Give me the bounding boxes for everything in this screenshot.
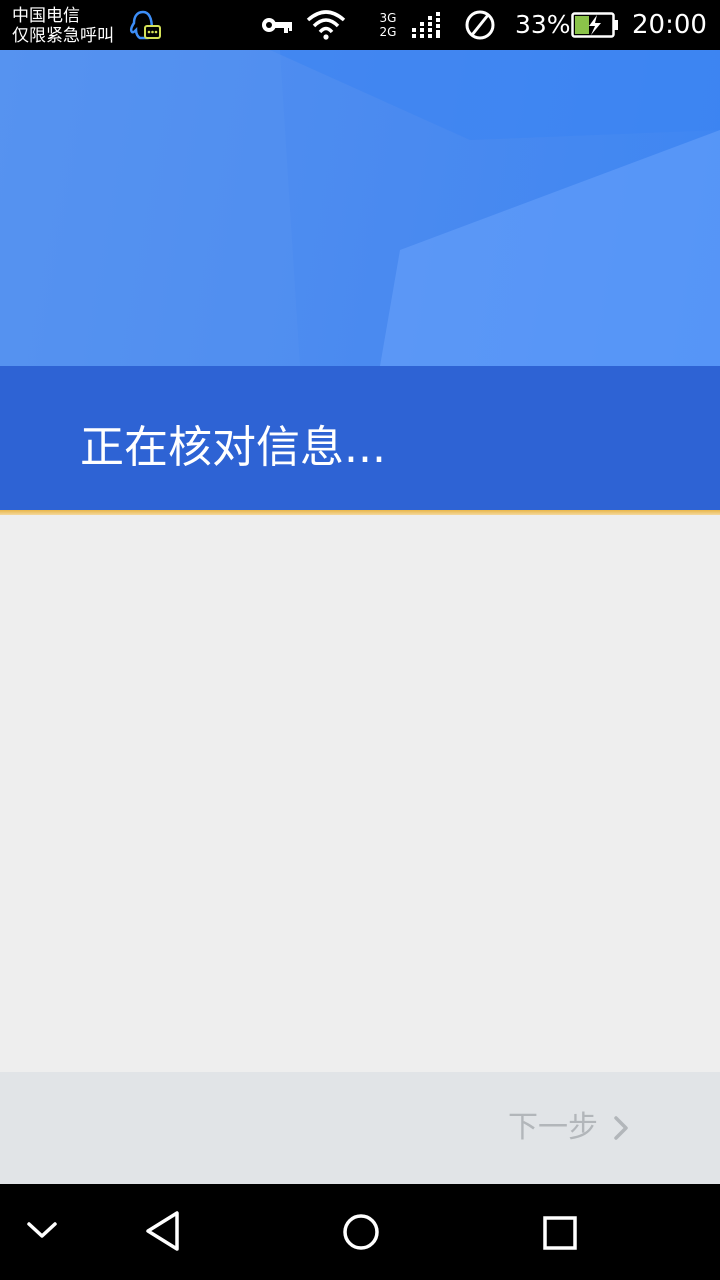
back-icon[interactable]: [143, 1210, 183, 1252]
header-banner: [0, 50, 720, 366]
network-type-2g: 2G: [379, 25, 397, 39]
collapse-icon[interactable]: [24, 1218, 60, 1242]
chevron-right-icon: [614, 1116, 628, 1140]
screen: 中国电信 仅限紧急呼叫 3G 2G 33% 20:00 正在核对信息... 下一…: [0, 0, 720, 1280]
home-icon[interactable]: [341, 1212, 381, 1252]
network-type-3g: 3G: [379, 11, 397, 25]
no-sim-icon: [465, 10, 495, 40]
status-bar: 中国电信 仅限紧急呼叫 3G 2G 33% 20:00: [0, 0, 720, 50]
carrier-name: 中国电信: [12, 6, 80, 26]
recents-icon[interactable]: [541, 1214, 579, 1252]
carrier-status: 仅限紧急呼叫: [12, 26, 114, 46]
content-area: [0, 515, 720, 1072]
clock: 20:00: [632, 10, 707, 40]
battery-charging-icon: [571, 12, 618, 38]
next-step-label: 下一步: [508, 1110, 598, 1145]
battery-percent: 33%: [515, 10, 571, 39]
next-step-button[interactable]: 下一步: [500, 1102, 650, 1154]
navigation-bar: [0, 1184, 720, 1280]
page-title: 正在核对信息...: [80, 422, 386, 473]
header-background-art: [0, 50, 720, 366]
wifi-icon: [306, 10, 346, 40]
qq-notification-icon: [129, 10, 161, 40]
carrier-info: 中国电信 仅限紧急呼叫: [12, 6, 114, 46]
signal-icon: [412, 12, 440, 38]
title-band: 正在核对信息...: [0, 366, 720, 510]
network-type: 3G 2G: [378, 11, 398, 39]
vpn-key-icon: [262, 18, 292, 33]
footer-bar: 下一步: [0, 1072, 720, 1184]
